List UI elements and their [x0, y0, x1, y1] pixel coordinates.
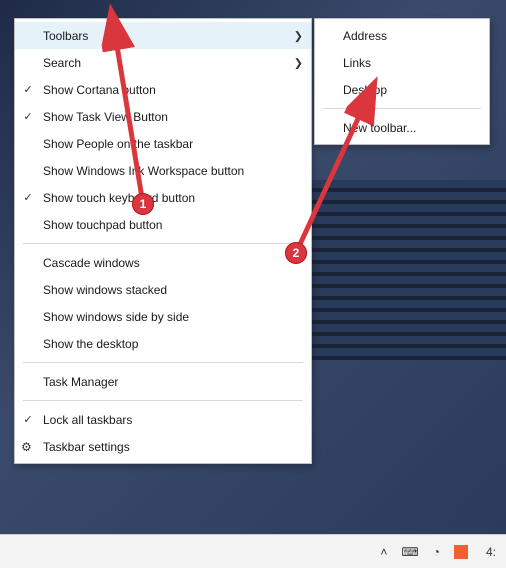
menu-item-label: Show Task View Button: [43, 110, 301, 124]
menu-item-show-ink-workspace[interactable]: Show Windows Ink Workspace button: [15, 157, 311, 184]
menu-item-label: Show Windows Ink Workspace button: [43, 164, 301, 178]
menu-item-toolbars[interactable]: Toolbars ❯: [15, 22, 311, 49]
check-icon: ✓: [21, 110, 35, 124]
annotation-badge-label: 2: [293, 246, 300, 260]
keyboard-icon[interactable]: ⌨: [401, 545, 418, 559]
annotation-badge-2: 2: [285, 242, 307, 264]
menu-item-show-task-view[interactable]: ✓ Show Task View Button: [15, 103, 311, 130]
menu-item-label: Toolbars: [43, 29, 301, 43]
annotation-badge-1: 1: [132, 193, 154, 215]
menu-item-label: Show windows side by side: [43, 310, 301, 324]
menu-item-taskbar-settings[interactable]: ⚙ Taskbar settings: [15, 433, 311, 460]
menu-item-label: Search: [43, 56, 301, 70]
menu-item-label: Show windows stacked: [43, 283, 301, 297]
menu-item-task-manager[interactable]: Task Manager: [15, 368, 311, 395]
gear-icon: ⚙: [21, 440, 32, 454]
submenu-item-address[interactable]: Address: [315, 22, 489, 49]
menu-item-label: Show touchpad button: [43, 218, 301, 232]
menu-item-label: New toolbar...: [343, 121, 479, 135]
chevron-right-icon: ❯: [294, 56, 303, 69]
menu-item-label: Task Manager: [43, 375, 301, 389]
check-icon: ✓: [21, 413, 35, 427]
submenu-item-links[interactable]: Links: [315, 49, 489, 76]
menu-item-stacked[interactable]: Show windows stacked: [15, 276, 311, 303]
menu-item-label: Show People on the taskbar: [43, 137, 301, 151]
submenu-item-desktop[interactable]: Desktop: [315, 76, 489, 103]
menu-item-show-cortana[interactable]: ✓ Show Cortana button: [15, 76, 311, 103]
menu-item-show-touchpad[interactable]: Show touchpad button: [15, 211, 311, 238]
system-tray: ˄ ⌨ ◔ 4:: [380, 545, 500, 559]
menu-item-show-people[interactable]: Show People on the taskbar: [15, 130, 311, 157]
annotation-badge-label: 1: [140, 197, 147, 211]
menu-item-search[interactable]: Search ❯: [15, 49, 311, 76]
menu-item-label: Show touch keyboard button: [43, 191, 301, 205]
menu-item-label: Show the desktop: [43, 337, 301, 351]
menu-item-cascade-windows[interactable]: Cascade windows: [15, 249, 311, 276]
toolbars-submenu: Address Links Desktop New toolbar...: [314, 18, 490, 145]
menu-item-lock-taskbars[interactable]: ✓ Lock all taskbars: [15, 406, 311, 433]
menu-item-show-touch-keyboard[interactable]: ✓ Show touch keyboard button: [15, 184, 311, 211]
menu-separator: [23, 362, 303, 363]
menu-item-label: Taskbar settings: [43, 440, 301, 454]
wifi-icon[interactable]: ◔: [433, 545, 440, 559]
chevron-right-icon: ❯: [294, 29, 303, 42]
menu-item-label: Links: [343, 56, 479, 70]
menu-separator: [23, 400, 303, 401]
taskbar-clock[interactable]: 4:: [482, 545, 500, 559]
taskbar-context-menu: Toolbars ❯ Search ❯ ✓ Show Cortana butto…: [14, 18, 312, 464]
app-icon[interactable]: [454, 545, 468, 559]
menu-item-label: Lock all taskbars: [43, 413, 301, 427]
menu-item-label: Show Cortana button: [43, 83, 301, 97]
tray-overflow-icon[interactable]: ˄: [380, 545, 387, 559]
menu-separator: [23, 243, 303, 244]
menu-item-label: Cascade windows: [43, 256, 301, 270]
menu-item-label: Desktop: [343, 83, 479, 97]
menu-item-show-desktop[interactable]: Show the desktop: [15, 330, 311, 357]
check-icon: ✓: [21, 83, 35, 97]
submenu-item-new-toolbar[interactable]: New toolbar...: [315, 114, 489, 141]
menu-item-side-by-side[interactable]: Show windows side by side: [15, 303, 311, 330]
menu-item-label: Address: [343, 29, 479, 43]
taskbar[interactable]: ˄ ⌨ ◔ 4:: [0, 534, 506, 568]
check-icon: ✓: [21, 191, 35, 205]
menu-separator: [323, 108, 481, 109]
